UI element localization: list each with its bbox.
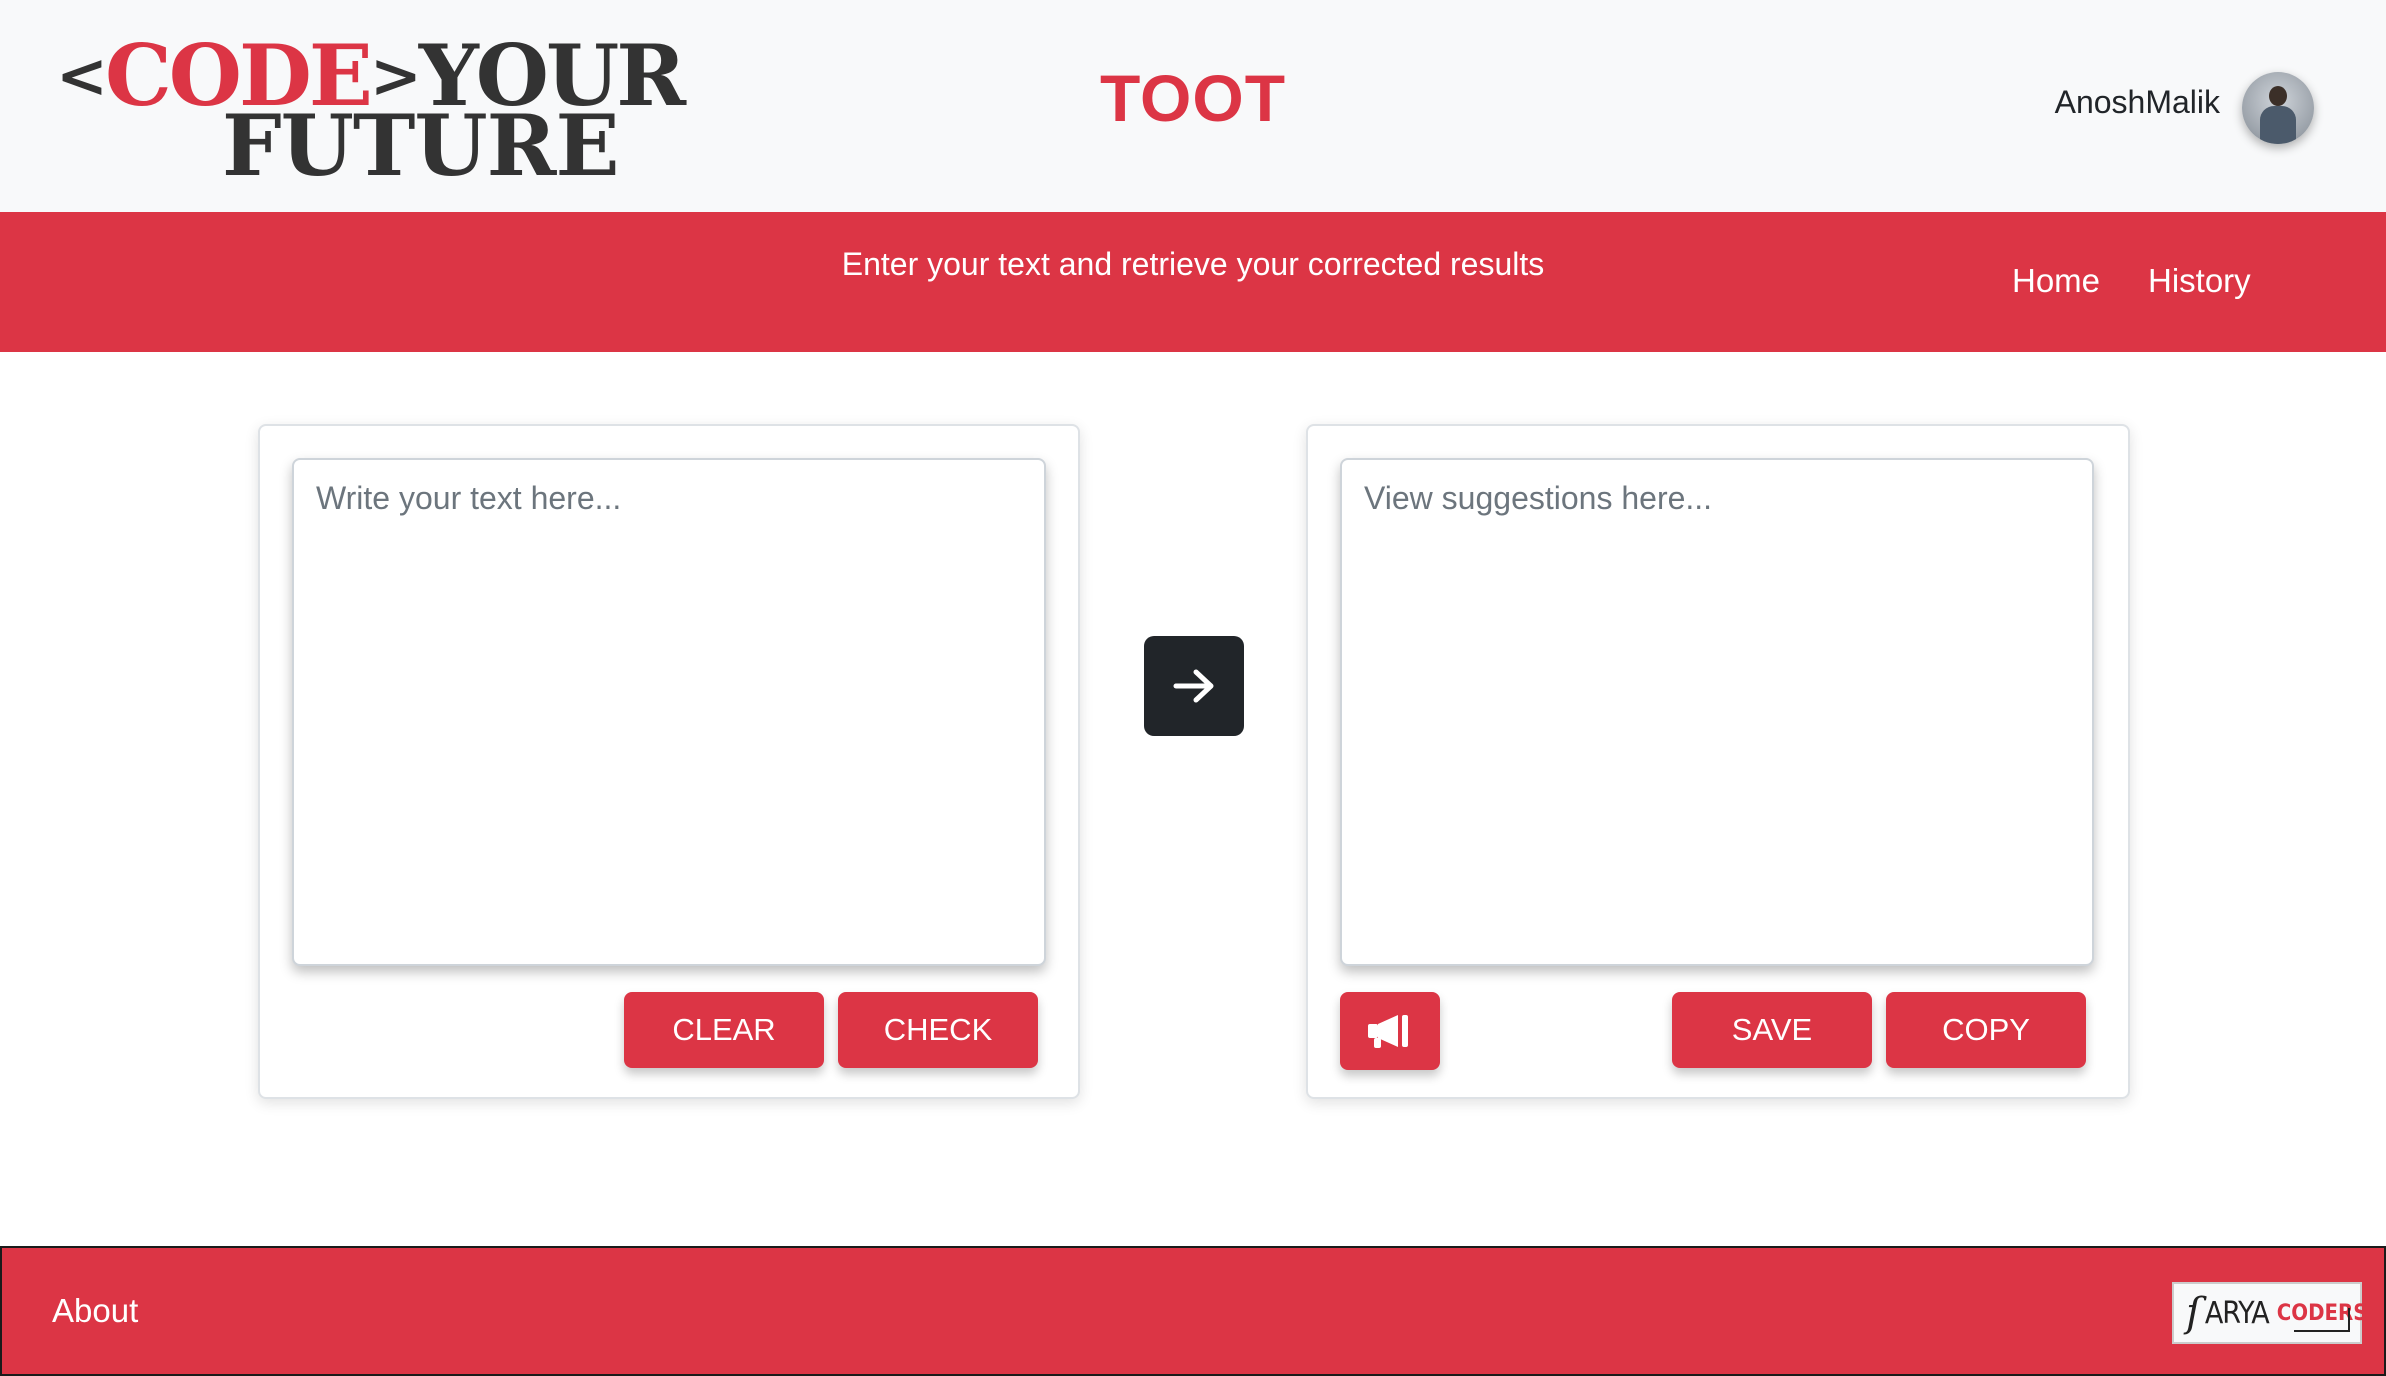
input-textarea[interactable] [292, 458, 1046, 966]
logo-tick [2348, 1308, 2350, 1332]
logo-arya-text: ARYA [2204, 1295, 2270, 1331]
clear-button[interactable]: CLEAR [624, 992, 824, 1068]
avatar[interactable] [2242, 72, 2314, 144]
avatar-body-shape [2260, 106, 2296, 144]
avatar-head-shape [2269, 86, 2287, 106]
arrow-right-icon [1173, 669, 1214, 703]
save-button[interactable]: SAVE [1672, 992, 1872, 1068]
check-button[interactable]: CHECK [838, 992, 1038, 1068]
copy-button[interactable]: COPY [1886, 992, 2086, 1068]
input-card: CLEAR CHECK [258, 424, 1080, 1099]
megaphone-icon [1368, 1015, 1408, 1048]
navbar: Enter your text and retrieve your correc… [0, 212, 2386, 352]
nav-history-link[interactable]: History [2148, 262, 2251, 300]
top-header: <CODE>YOUR FUTURE TOOT AnoshMalik [0, 0, 2386, 212]
nav-home-link[interactable]: Home [2012, 262, 2100, 300]
quill-icon: ſ [2186, 1290, 2201, 1336]
speak-button[interactable] [1340, 992, 1440, 1070]
suggestions-textarea[interactable] [1340, 458, 2094, 966]
logo-underline [2294, 1330, 2350, 1332]
output-card: SAVE COPY [1306, 424, 2130, 1099]
user-name[interactable]: AnoshMalik [2055, 84, 2220, 121]
about-link[interactable]: About [52, 1292, 138, 1330]
arya-coders-logo[interactable]: ſ ARYA CODERS [2172, 1282, 2368, 1344]
app-title: TOOT [1099, 61, 1287, 135]
logo-coders-text: CODERS [2276, 1300, 2368, 1326]
convert-arrow-button[interactable] [1144, 636, 1244, 736]
footer: About ſ ARYA CODERS [0, 1246, 2386, 1376]
